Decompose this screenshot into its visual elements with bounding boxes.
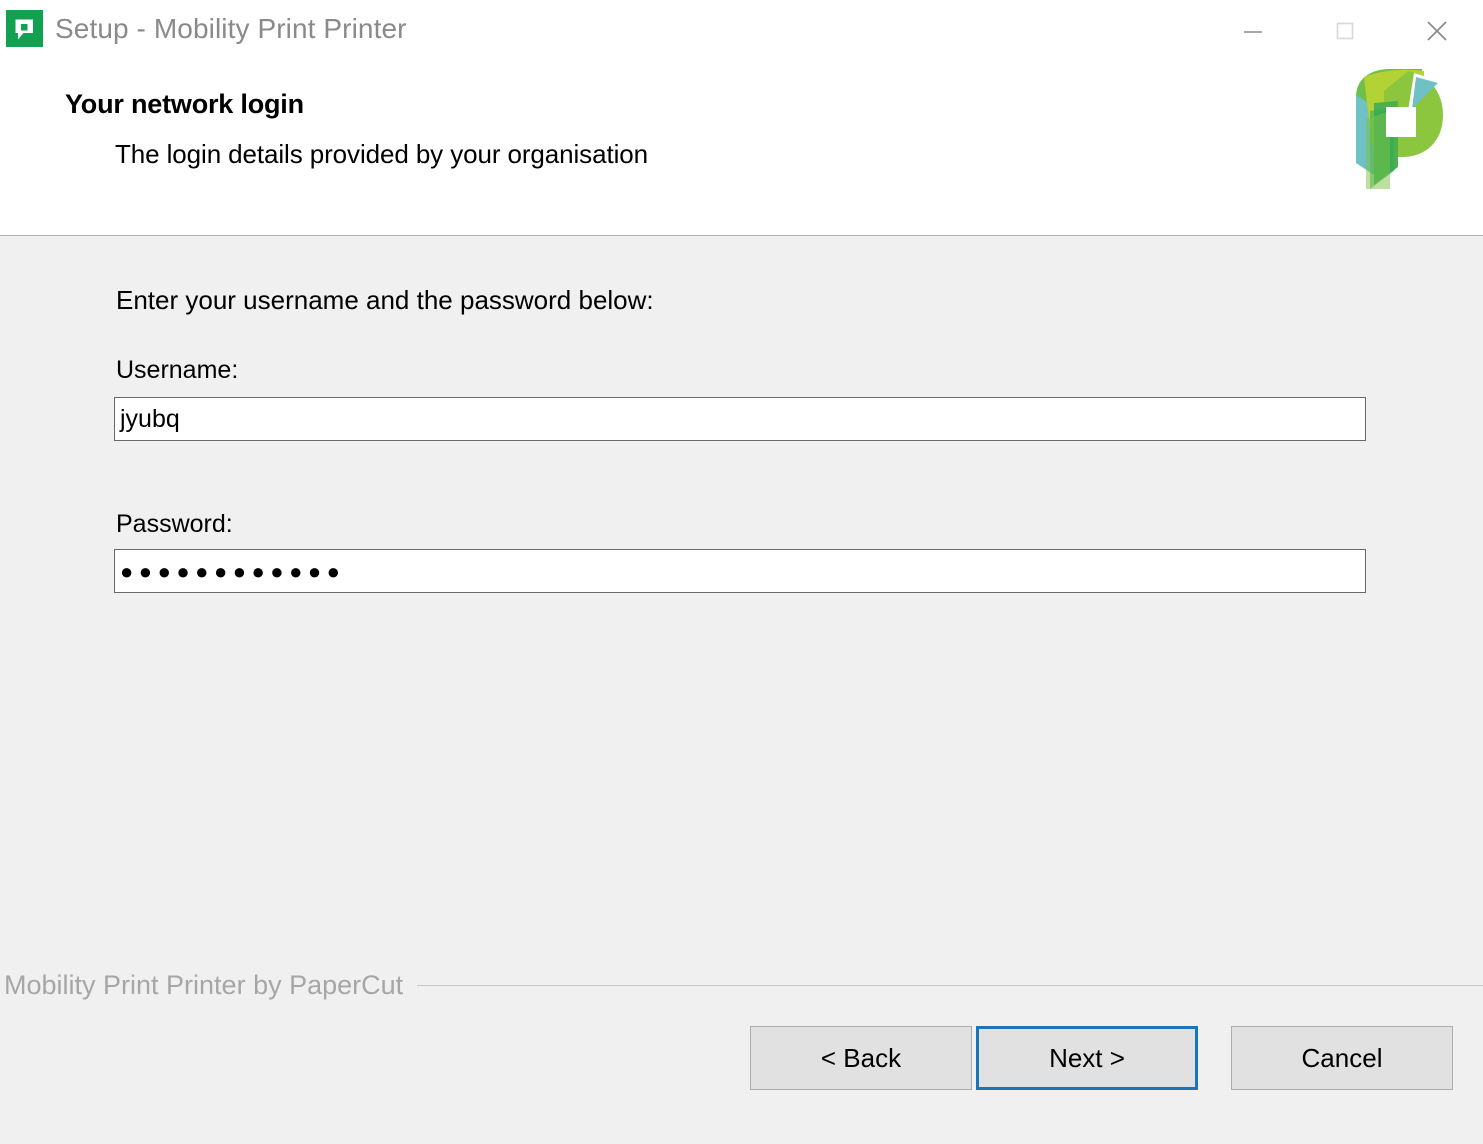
username-input[interactable]: jyubq [114,397,1366,441]
window-controls [1207,0,1483,61]
wizard-header: Your network login The login details pro… [0,61,1483,236]
footer-brand-label: Mobility Print Printer by PaperCut [4,970,404,1000]
password-label: Password: [116,510,233,538]
next-button[interactable]: Next > [976,1026,1198,1090]
setup-wizard-window: Setup - Mobility Print Printer Your netw… [0,0,1483,1144]
close-icon[interactable] [1391,0,1483,61]
footer-divider [417,985,1483,986]
username-value: jyubq [120,404,180,433]
window-title: Setup - Mobility Print Printer [55,13,407,44]
username-label: Username: [116,356,239,384]
papercut-p-icon [6,10,43,47]
wizard-footer: Mobility Print Printer by PaperCut < Bac… [0,964,1483,1144]
papercut-logo [1350,67,1445,192]
minimize-icon[interactable] [1207,0,1299,61]
footer-brand-row: Mobility Print Printer by PaperCut [0,970,1483,1001]
password-value: ●●●●●●●●●●●● [120,558,346,584]
back-button[interactable]: < Back [750,1026,972,1090]
page-title: Your network login [65,89,304,119]
wizard-button-row: < Back Next > Cancel [0,1026,1483,1092]
cancel-button[interactable]: Cancel [1231,1026,1453,1090]
password-input[interactable]: ●●●●●●●●●●●● [114,549,1366,593]
maximize-icon[interactable] [1299,0,1391,61]
title-bar: Setup - Mobility Print Printer [0,0,1483,61]
instruction-text: Enter your username and the password bel… [116,285,654,315]
wizard-body: Enter your username and the password bel… [0,236,1483,964]
page-subtitle: The login details provided by your organ… [115,139,648,169]
